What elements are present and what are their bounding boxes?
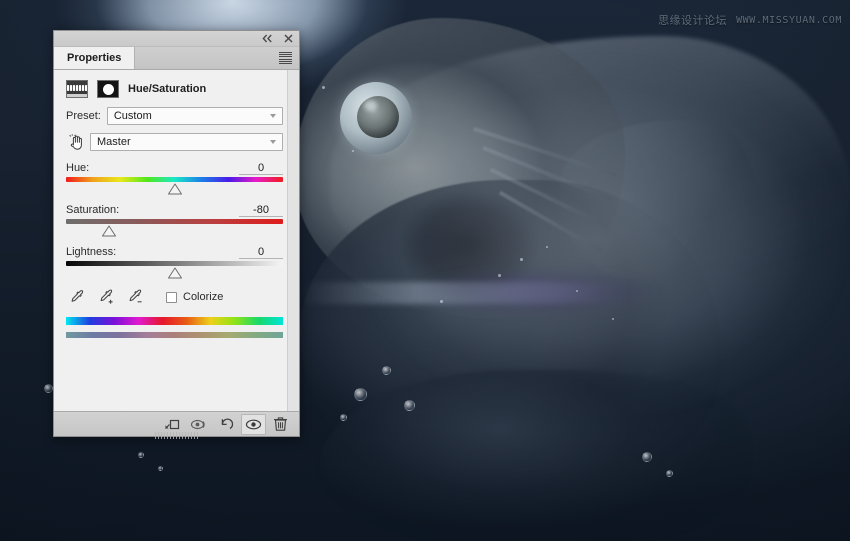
saturation-slider-thumb[interactable] [102, 225, 117, 237]
saturation-slider-block: Saturation: -80 [66, 204, 283, 237]
saturation-value[interactable]: -80 [239, 204, 283, 217]
toggle-visibility-button[interactable] [241, 414, 266, 435]
adjustment-title: Hue/Saturation [128, 83, 206, 95]
adjustment-layer-thumbnail-icon[interactable] [66, 80, 88, 98]
colorize-label: Colorize [183, 291, 223, 303]
colorize-checkbox[interactable]: Colorize [166, 291, 223, 303]
hue-label: Hue: [66, 162, 89, 174]
water-speck [322, 86, 325, 89]
panel-resize-grip[interactable] [155, 432, 199, 439]
watermark-site-name: 思缘设计论坛 [658, 12, 727, 28]
hue-track[interactable] [66, 177, 283, 182]
watermark-url: WWW.MISSYUAN.COM [736, 15, 842, 26]
panel-scrollbar[interactable] [287, 70, 299, 411]
water-speck [498, 274, 501, 277]
bubble [382, 366, 391, 375]
on-image-adjust-hand-icon[interactable] [66, 134, 86, 150]
water-speck [612, 318, 614, 320]
saturation-slider[interactable] [66, 219, 283, 237]
hue-slider-block: Hue: 0 [66, 162, 283, 195]
eyedropper-tools-row: Colorize [70, 289, 283, 305]
colorize-checkbox-box[interactable] [166, 292, 177, 303]
close-icon[interactable] [282, 33, 294, 45]
hue-value[interactable]: 0 [239, 162, 283, 175]
panel-content: Hue/Saturation Preset: Custom Master [54, 70, 299, 411]
saturation-track[interactable] [66, 219, 283, 224]
collapse-panel-icon[interactable] [261, 33, 273, 45]
lightness-slider-thumb[interactable] [167, 267, 182, 279]
tab-properties[interactable]: Properties [54, 47, 135, 69]
fish-eye-pupil [357, 96, 399, 138]
channel-dropdown[interactable]: Master [90, 133, 283, 151]
eyedropper-icon[interactable] [70, 289, 86, 305]
hue-range-bars [66, 317, 283, 338]
panel-tab-bar: Properties [54, 47, 299, 70]
lightness-slider[interactable] [66, 261, 283, 279]
water-speck [576, 290, 578, 292]
lightness-value[interactable]: 0 [239, 246, 283, 259]
hue-slider[interactable] [66, 177, 283, 195]
bubble [354, 388, 367, 401]
water-speck [520, 258, 523, 261]
delete-button[interactable] [268, 414, 293, 435]
bubble [666, 470, 673, 477]
channel-row: Master [66, 133, 283, 151]
panel-menu-icon[interactable] [279, 52, 292, 64]
channel-value: Master [97, 136, 131, 148]
preset-label: Preset: [66, 110, 101, 122]
lightness-slider-block: Lightness: 0 [66, 246, 283, 279]
water-speck [352, 150, 354, 152]
chevron-down-icon [270, 114, 276, 118]
bubble [404, 400, 415, 411]
hue-slider-thumb[interactable] [167, 183, 182, 195]
bubble [642, 452, 652, 462]
bubble [158, 466, 163, 471]
hue-range-bar-result[interactable] [66, 332, 283, 338]
preset-dropdown[interactable]: Custom [107, 107, 283, 125]
bubble [340, 414, 347, 421]
eyedropper-add-icon[interactable] [99, 289, 115, 305]
properties-panel[interactable]: Properties Hue/Saturation Preset: Custom [53, 30, 300, 437]
bubble [44, 384, 53, 393]
eyedropper-subtract-icon[interactable] [128, 289, 144, 305]
panel-titlebar [54, 31, 299, 47]
watermark: 思缘设计论坛 WWW.MISSYUAN.COM [658, 12, 842, 28]
preset-value: Custom [114, 110, 152, 122]
layer-mask-thumbnail-icon[interactable] [97, 80, 119, 98]
tab-properties-label: Properties [67, 52, 121, 64]
water-line [300, 282, 630, 304]
preset-row: Preset: Custom [66, 107, 283, 125]
saturation-label: Saturation: [66, 204, 119, 216]
water-speck [440, 300, 443, 303]
hue-range-bar-source[interactable] [66, 317, 283, 325]
bubble [138, 452, 144, 458]
adjustment-header: Hue/Saturation [66, 70, 283, 107]
chevron-down-icon [270, 140, 276, 144]
lower-body-shape [320, 370, 750, 541]
water-speck [546, 246, 548, 248]
lightness-track[interactable] [66, 261, 283, 266]
reset-button[interactable] [214, 414, 239, 435]
fish-eye-glint [364, 100, 377, 111]
lightness-label: Lightness: [66, 246, 116, 258]
